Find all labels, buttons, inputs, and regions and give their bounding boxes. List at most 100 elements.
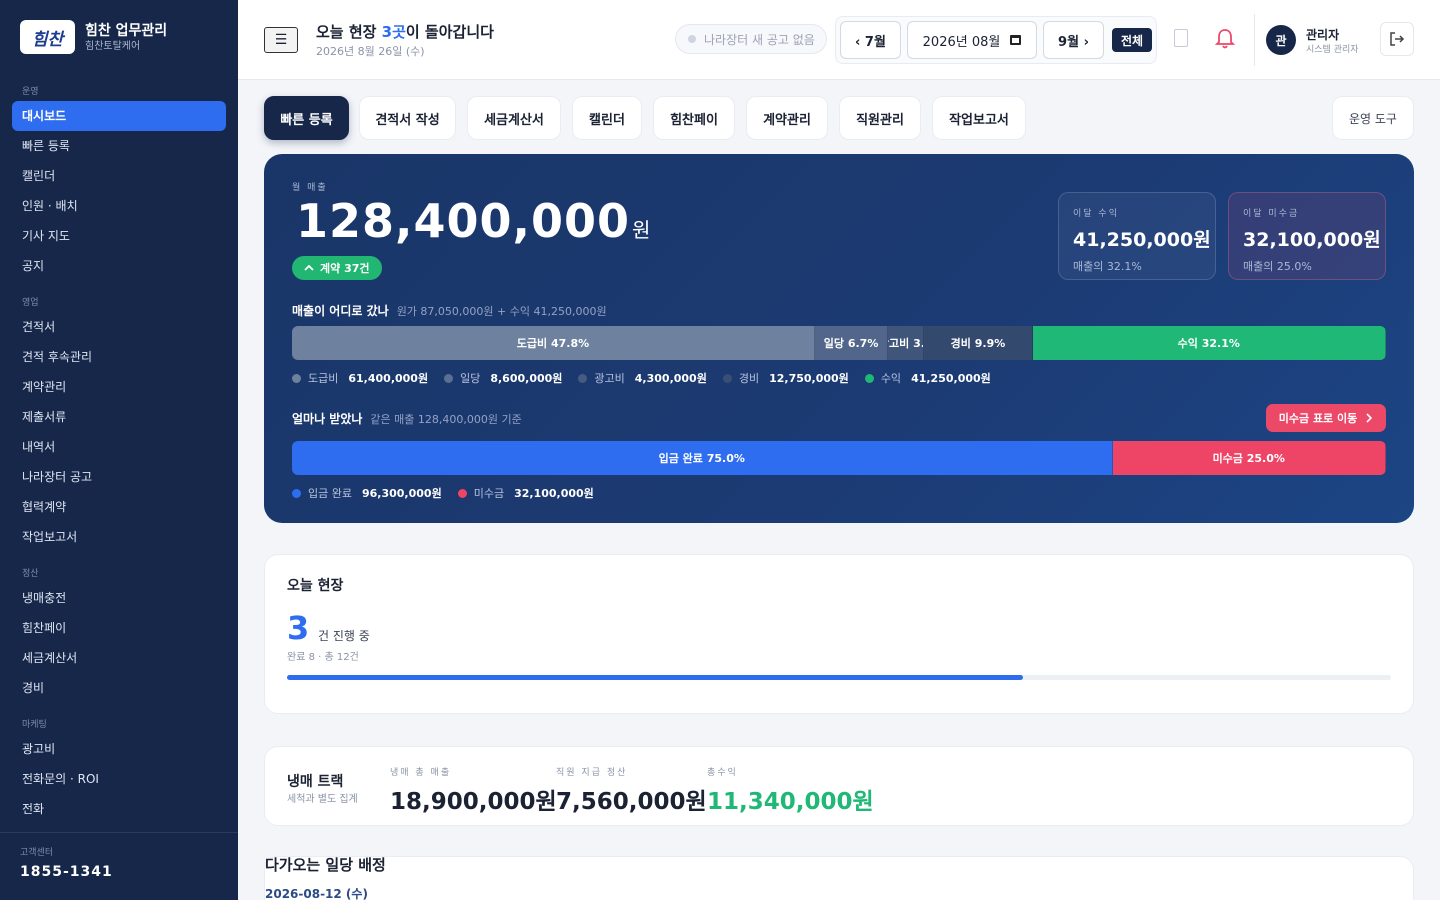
tab-staff[interactable]: 직원관리 xyxy=(839,96,921,140)
status-dot-icon xyxy=(688,35,696,43)
payment-legend-item-0: 입금 완료 96,300,000원 xyxy=(292,485,442,501)
legend-value: 12,750,000원 xyxy=(769,372,849,385)
breakdown-title: 매출이 어디로 갔나 원가 87,050,000원 + 수익 41,250,000… xyxy=(292,304,607,318)
sidebar-item-statement[interactable]: 내역서 xyxy=(12,432,226,462)
sidebar-item-partner-contract[interactable]: 협력계약 xyxy=(12,492,226,522)
header-divider xyxy=(1254,14,1255,66)
active-sites-count: 3곳 xyxy=(381,23,406,41)
sidebar-item-contracts[interactable]: 계약관리 xyxy=(12,372,226,402)
sidebar-item-dashboard[interactable]: 대시보드 xyxy=(12,101,226,131)
contract-count-badge: 계약 37건 xyxy=(292,256,382,280)
payment-segment-0: 입금 완료 75.0% xyxy=(292,441,1113,475)
today-sites-title: 오늘 현장 xyxy=(287,578,344,594)
refrigerant-total-sales: 냉매 총 매출 18,900,000원 xyxy=(390,768,557,815)
sidebar-item-phone[interactable]: 전화 xyxy=(12,794,226,824)
page-date: 2026년 8월 26일 (수) xyxy=(316,45,425,58)
sidebar-item-quote[interactable]: 견적서 xyxy=(12,312,226,342)
chevron-up-icon xyxy=(304,264,314,271)
sidebar-item-expenses[interactable]: 경비 xyxy=(12,673,226,703)
breakdown-legend-item-3: 경비 12,750,000원 xyxy=(722,370,849,386)
sidebar-item-documents[interactable]: 제출서류 xyxy=(12,402,226,432)
page-title: 오늘 현장 3곳이 돌아갑니다 xyxy=(316,23,494,41)
sidebar-item-refrigerant[interactable]: 냉매충전 xyxy=(12,583,226,613)
calendar-icon xyxy=(1010,35,1022,45)
tab-quote-create[interactable]: 견적서 작성 xyxy=(359,96,456,140)
ops-tools-button[interactable]: 운영 도구 xyxy=(1332,96,1414,140)
breakdown-legend-item-1: 일당 8,600,000원 xyxy=(444,370,562,386)
sidebar-section-operation: 운영 xyxy=(22,87,39,97)
legend-label: 도급비 xyxy=(308,372,339,385)
sidebar-item-tax-invoice[interactable]: 세금계산서 xyxy=(12,643,226,673)
bid-notice-badge[interactable]: 나라장터 새 공고 없음 xyxy=(675,24,827,54)
user-name: 관리자 xyxy=(1306,28,1340,42)
go-to-receivables-button[interactable]: 미수금 표로 이동 xyxy=(1266,404,1386,432)
refrigerant-track-card: 냉매 트랙 세척과 별도 집계 냉매 총 매출 18,900,000원 직원 지… xyxy=(264,746,1414,826)
legend-value: 41,250,000원 xyxy=(911,372,991,385)
menu-toggle-button[interactable]: ☰ xyxy=(264,27,298,53)
sidebar-item-work-report[interactable]: 작업보고서 xyxy=(12,522,226,552)
prev-month-button[interactable]: ‹ 7월 xyxy=(840,21,901,59)
sidebar-item-quick-register[interactable]: 빠른 등록 xyxy=(12,131,226,161)
logout-button[interactable] xyxy=(1380,22,1414,56)
refrigerant-title: 냉매 트랙 xyxy=(287,774,344,790)
today-sites-card: 오늘 현장 3 건 진행 중 완료 8 · 총 12건 xyxy=(264,554,1414,714)
legend-value: 61,400,000원 xyxy=(348,372,429,385)
legend-value: 96,300,000원 xyxy=(361,487,442,500)
next-month-button[interactable]: 9월 › xyxy=(1043,21,1104,59)
tab-calendar[interactable]: 캘린더 xyxy=(572,96,642,140)
today-progress-fill xyxy=(287,675,1024,680)
breakdown-segment-4: 수익 32.1% xyxy=(1032,326,1386,360)
legend-value: 8,600,000원 xyxy=(490,372,563,385)
logout-icon xyxy=(1390,32,1405,46)
brand[interactable]: 힘찬 힘찬 업무관리 힘찬토탈케어 xyxy=(20,20,167,54)
breakdown-segment-2: 광고비 3.3 xyxy=(888,326,925,360)
legend-label: 입금 완료 xyxy=(308,487,352,500)
hamburger-icon: ☰ xyxy=(274,32,288,48)
sidebar-item-staffing[interactable]: 인원 · 배치 xyxy=(12,191,226,221)
payment-legend-item-1: 미수금 32,100,000원 xyxy=(457,485,594,501)
today-progress-track xyxy=(287,675,1391,680)
upcoming-assignment-date[interactable]: 2026-08-12 (수) xyxy=(265,885,368,900)
avatar[interactable]: 관 xyxy=(1266,25,1296,55)
month-picker-input[interactable]: 2026년 08월 xyxy=(907,21,1037,59)
tab-contracts[interactable]: 계약관리 xyxy=(746,96,828,140)
clipboard-icon[interactable] xyxy=(1174,29,1188,47)
sidebar-item-call-roi[interactable]: 전화문의 · ROI xyxy=(12,764,226,794)
customer-center-phone[interactable]: 1855-1341 xyxy=(20,864,113,880)
sidebar-item-calendar[interactable]: 캘린더 xyxy=(12,161,226,191)
payment-segment-1: 미수금 25.0% xyxy=(1112,441,1386,475)
tab-tax-invoice[interactable]: 세금계산서 xyxy=(467,96,561,140)
tab-quick-register[interactable]: 빠른 등록 xyxy=(264,96,349,140)
upcoming-assignments-title: 다가오는 일당 배정 xyxy=(265,856,386,874)
refrigerant-staff-settlement: 직원 지급 정산 7,560,000원 xyxy=(556,768,707,815)
sidebar: 힘찬 힘찬 업무관리 힘찬토탈케어 운영 대시보드 빠른 등록 캘린더 인원 ·… xyxy=(0,0,238,900)
today-sites-count-label: 건 진행 중 xyxy=(318,629,370,643)
brand-sub: 힘찬토탈케어 xyxy=(85,40,141,52)
all-period-button[interactable]: 전체 xyxy=(1112,28,1152,52)
kpi-monthly-receivable: 이달 미수금 32,100,000원 매출의 25.0% xyxy=(1228,192,1386,280)
sidebar-item-driver-map[interactable]: 기사 지도 xyxy=(12,221,226,251)
sidebar-item-himchan-pay[interactable]: 힘찬페이 xyxy=(12,613,226,643)
refrigerant-subtitle: 세척과 별도 집계 xyxy=(287,794,358,805)
tab-himchan-pay[interactable]: 힘찬페이 xyxy=(653,96,735,140)
breakdown-segment-3: 경비 9.9% xyxy=(924,326,1033,360)
payment-status-bar: 입금 완료 75.0% 미수금 25.0% xyxy=(292,441,1386,475)
bell-icon[interactable] xyxy=(1215,28,1235,50)
legend-dot-icon xyxy=(578,373,588,383)
legend-label: 광고비 xyxy=(594,372,625,385)
today-sites-count: 3 xyxy=(287,609,310,647)
sidebar-item-ad-cost[interactable]: 광고비 xyxy=(12,734,226,764)
legend-dot-icon xyxy=(292,373,301,383)
sidebar-item-quote-followup[interactable]: 견적 후속관리 xyxy=(12,342,226,372)
sidebar-item-bids[interactable]: 나라장터 공고 xyxy=(12,462,226,492)
legend-label: 일당 xyxy=(460,372,481,385)
breakdown-legend-item-4: 수익 41,250,000원 xyxy=(864,370,991,386)
tab-work-report[interactable]: 작업보고서 xyxy=(932,96,1026,140)
brand-name: 힘찬 업무관리 xyxy=(85,22,168,39)
upcoming-assignments-card xyxy=(264,856,1414,900)
sidebar-item-notice[interactable]: 공지 xyxy=(12,251,226,281)
monthly-revenue-amount: 128,400,000 원 xyxy=(296,194,652,248)
payment-legend: 입금 완료 96,300,000원 미수금 32,100,000원 xyxy=(292,485,610,501)
chevron-right-icon xyxy=(1366,413,1373,423)
brand-logo: 힘찬 xyxy=(20,20,75,54)
